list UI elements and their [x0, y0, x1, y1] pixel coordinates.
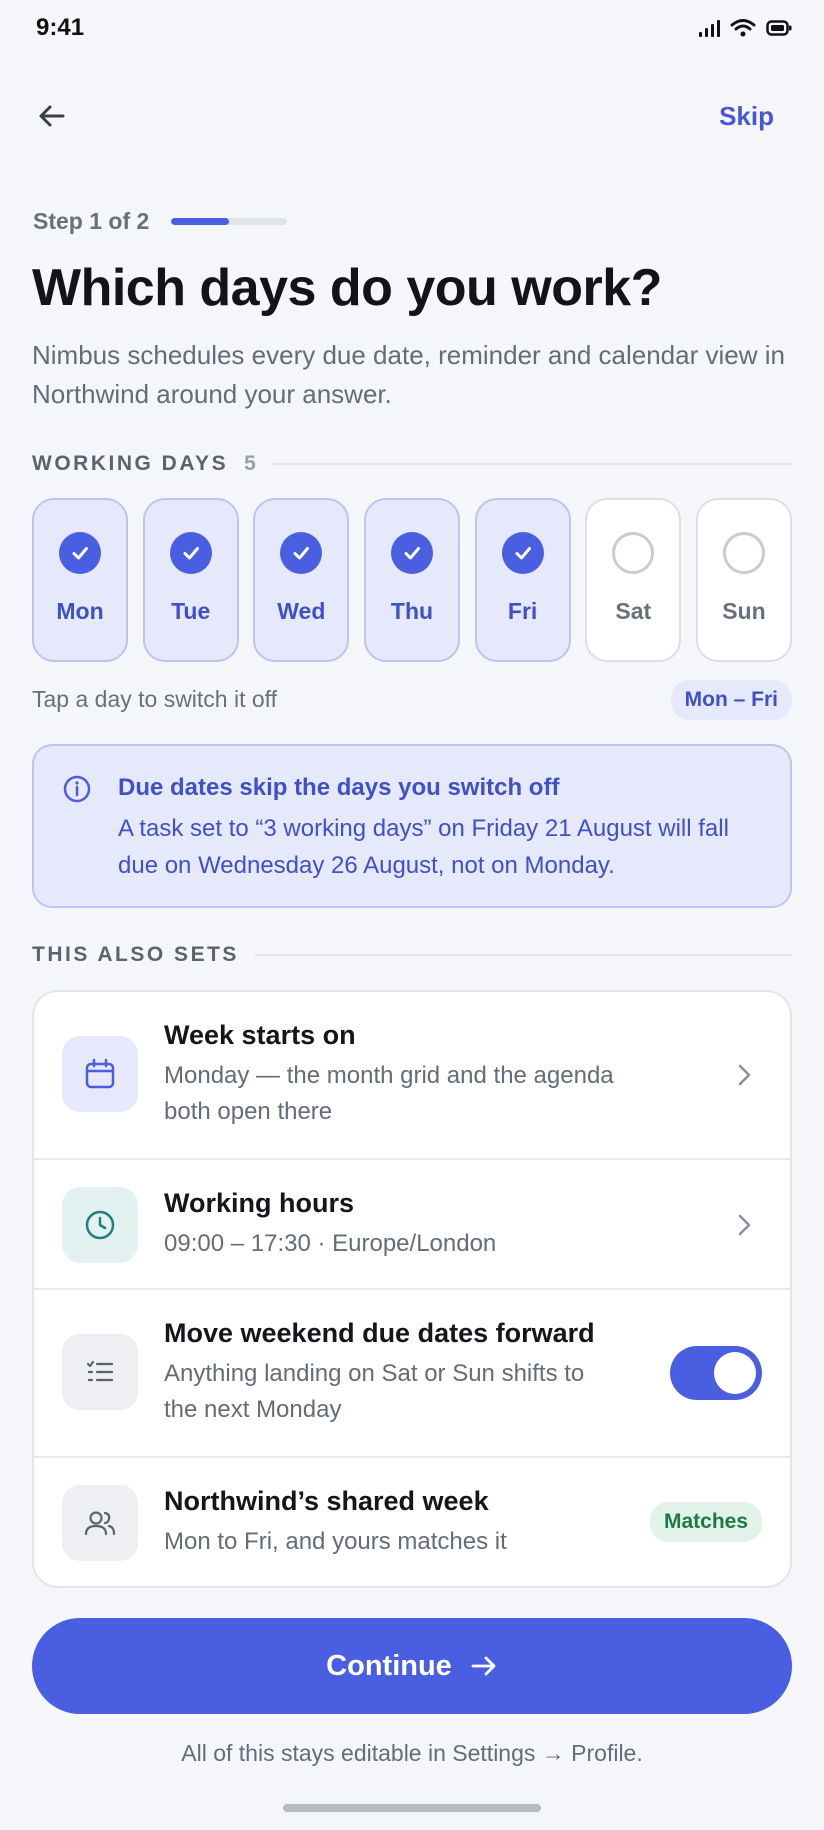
- weekend-forward-toggle[interactable]: [670, 1346, 762, 1400]
- day-toggle-wed[interactable]: Wed: [253, 498, 350, 662]
- day-toggle-thu[interactable]: Thu: [363, 498, 460, 662]
- step-progress-fill: [171, 218, 230, 225]
- check-icon: [59, 532, 101, 574]
- row-subtitle: Monday — the month grid and the agenda b…: [164, 1062, 614, 1125]
- row-subtitle: 09:00 – 17:30 · Europe/London: [164, 1230, 497, 1257]
- step-progress-track: [171, 218, 288, 225]
- info-text: A task set to “3 working days” on Friday…: [118, 815, 729, 879]
- step-indicator: Step 1 of 2: [33, 208, 288, 235]
- day-label: Thu: [390, 598, 434, 624]
- row-title: Move weekend due dates forward: [164, 1318, 595, 1348]
- home-indicator: [283, 1804, 541, 1812]
- day-toggle-mon[interactable]: Mon: [32, 498, 128, 662]
- working-days-count: 5: [244, 452, 256, 475]
- day-label: Sat: [615, 598, 652, 624]
- arrow-right-icon: [471, 1656, 496, 1676]
- setting-row-week-start[interactable]: Week starts on Monday — the month grid a…: [34, 992, 790, 1160]
- page-title: Which days do you work?: [32, 259, 662, 317]
- row-subtitle: Mon to Fri, and yours matches it: [164, 1528, 507, 1555]
- day-toggle-fri[interactable]: Fri: [474, 498, 571, 662]
- day-label: Mon: [56, 598, 104, 624]
- also-sets-label: THIS ALSO SETS: [32, 943, 239, 966]
- chevron-right-icon: [738, 1214, 751, 1236]
- info-title: Due dates skip the days you switch off: [118, 774, 560, 801]
- working-days-label: WORKING DAYS: [32, 452, 229, 475]
- step-label: Step 1 of 2: [33, 208, 150, 234]
- day-picker: Mon Tue Wed Thu Fri Sat Sun: [32, 498, 792, 662]
- check-icon: [280, 532, 323, 574]
- skip-button[interactable]: Skip: [719, 101, 774, 132]
- day-toggle-sun[interactable]: Sun: [695, 498, 792, 662]
- day-label: Sun: [722, 598, 766, 624]
- row-subtitle: Anything landing on Sat or Sun shifts to…: [164, 1360, 585, 1423]
- wifi-icon: [730, 19, 756, 37]
- setting-row-shared-week: Northwind’s shared week Mon to Fri, and …: [34, 1458, 790, 1586]
- day-label: Fri: [507, 598, 538, 624]
- footnote: All of this stays editable in Settings →…: [181, 1740, 643, 1766]
- continue-label: Continue: [326, 1649, 452, 1682]
- continue-button[interactable]: Continue: [32, 1618, 792, 1714]
- working-days-header: WORKING DAYS 5: [32, 452, 792, 476]
- back-arrow-icon: [39, 105, 65, 127]
- back-button[interactable]: [32, 96, 72, 136]
- info-icon: [63, 775, 91, 803]
- day-hint: Tap a day to switch it off: [32, 686, 278, 712]
- settings-card: Week starts on Monday — the month grid a…: [32, 990, 792, 1588]
- toggle-knob: [714, 1352, 756, 1394]
- check-icon: [501, 532, 544, 574]
- day-label: Tue: [171, 598, 211, 624]
- day-range-badge: Mon – Fri: [670, 680, 792, 720]
- day-toggle-tue[interactable]: Tue: [142, 498, 239, 662]
- check-icon: [169, 532, 212, 574]
- matches-badge: Matches: [649, 1502, 762, 1542]
- day-label: Wed: [277, 598, 326, 624]
- clock-icon: [62, 1187, 138, 1263]
- chevron-right-icon: [738, 1064, 751, 1086]
- status-bar: 9:41: [0, 0, 824, 60]
- empty-circle-icon: [722, 532, 765, 574]
- also-sets-header: THIS ALSO SETS: [32, 943, 792, 967]
- info-callout: Due dates skip the days you switch off A…: [32, 744, 792, 908]
- calendar-icon: [62, 1036, 138, 1112]
- status-time: 9:41: [36, 14, 85, 41]
- status-icons: [698, 18, 792, 38]
- row-title: Working hours: [164, 1188, 355, 1218]
- battery-icon: [766, 20, 792, 36]
- row-title: Northwind’s shared week: [164, 1486, 489, 1516]
- setting-row-weekend-forward: Move weekend due dates forward Anything …: [34, 1290, 790, 1458]
- page-subtitle: Nimbus schedules every due date, reminde…: [32, 340, 785, 409]
- day-toggle-sat[interactable]: Sat: [585, 498, 682, 662]
- empty-circle-icon: [612, 532, 655, 574]
- setting-row-working-hours[interactable]: Working hours 09:00 – 17:30 · Europe/Lon…: [34, 1160, 790, 1290]
- list-icon: [62, 1334, 138, 1410]
- check-icon: [390, 532, 433, 574]
- row-title: Week starts on: [164, 1020, 356, 1050]
- team-icon: [62, 1485, 138, 1561]
- signal-icon: [699, 20, 720, 37]
- section-divider: [254, 954, 792, 956]
- section-divider: [271, 463, 792, 465]
